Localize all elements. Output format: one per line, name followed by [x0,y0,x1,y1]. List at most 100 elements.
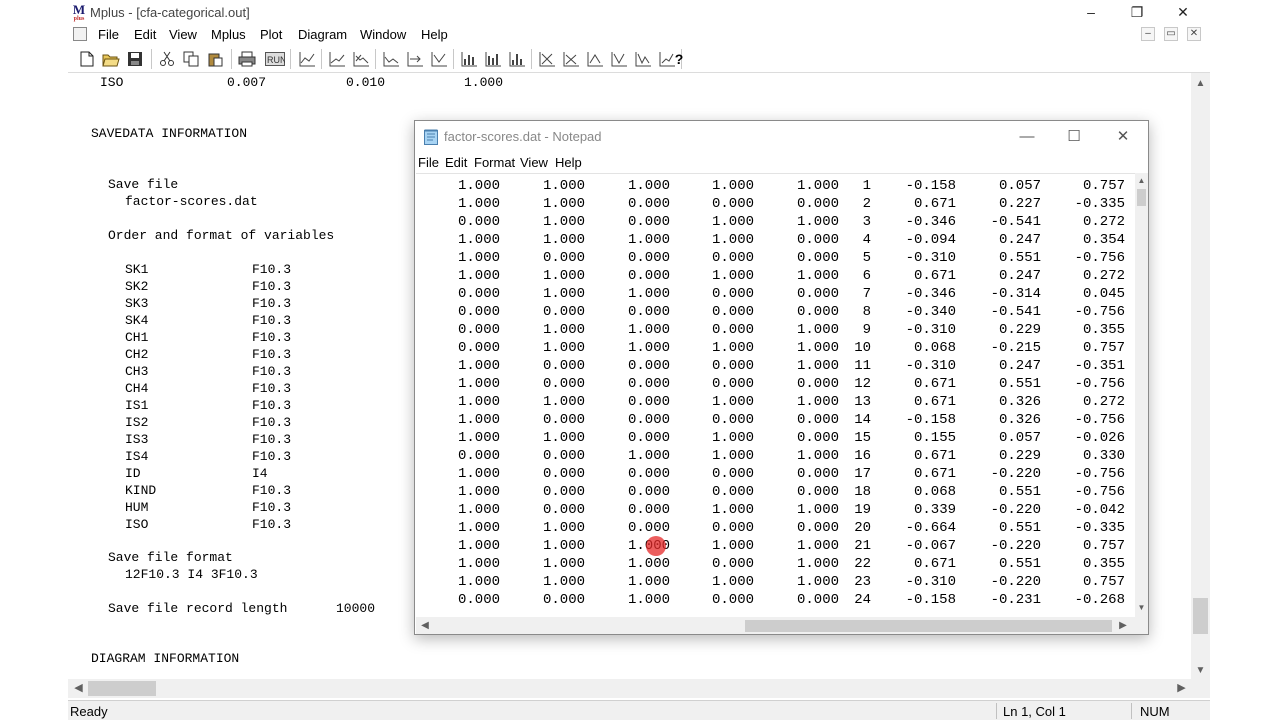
plot-5-icon[interactable] [404,49,426,69]
paste-icon[interactable] [204,49,226,69]
scroll-down-icon[interactable]: ▼ [1135,601,1148,615]
variable-format: F10.3 [252,364,292,379]
maximize-button[interactable]: ❐ [1114,2,1160,22]
data-cell: 1.000 [796,448,839,464]
plot-10-icon[interactable] [536,49,558,69]
notepad-menu-format[interactable]: Format [474,155,515,170]
scroll-left-icon[interactable]: ◀ [70,679,87,698]
data-cell: 0.000 [542,484,585,500]
run-icon[interactable]: RUN [264,49,286,69]
variable-format: F10.3 [252,347,292,362]
data-cell: 1.000 [457,268,500,284]
scroll-right-icon[interactable]: ▶ [1116,617,1130,634]
minimize-button[interactable]: – [1068,2,1114,22]
menu-plot[interactable]: Plot [260,27,282,42]
variable-name: SK3 [125,296,149,311]
cut-icon[interactable] [156,49,178,69]
data-row: 1.000 1.000 0.000 0.000 0.000 2 0.671 0.227 -0.3… [416,195,1136,213]
vertical-scrollbar[interactable]: ▲ ▼ [1191,73,1210,679]
mdi-close-button[interactable]: ✕ [1187,27,1201,41]
scroll-thumb[interactable] [88,681,156,696]
scroll-corner [1191,679,1210,698]
row-id-cell: 11 [854,358,871,374]
scroll-thumb[interactable] [745,620,1112,632]
data-cell: -0.231 [990,592,1041,608]
notepad-text-area[interactable]: 1.000 1.000 1.000 1.000 1.000 1 -0.158 0.057 0.7… [416,173,1136,617]
data-cell: 0.000 [542,358,585,374]
plot-1-icon[interactable] [296,49,318,69]
data-cell: 1.000 [457,412,500,428]
data-cell: 1.000 [711,430,754,446]
data-cell: 1.000 [711,268,754,284]
data-row: 0.000 0.000 1.000 0.000 0.000 24 -0.158 -0.231 -… [416,591,1136,609]
print-icon[interactable] [236,49,258,69]
toolbar: RUN ? [68,45,1210,73]
notepad-title-bar[interactable]: factor-scores.dat - Notepad — ☐ ✕ [415,121,1148,152]
plot-7-icon[interactable] [458,49,480,69]
open-icon[interactable] [100,49,122,69]
data-cell: 0.000 [796,286,839,302]
mplus-logo-icon: Mplus [72,2,86,23]
plot-6-icon[interactable] [428,49,450,69]
save-icon[interactable] [124,49,146,69]
menu-help[interactable]: Help [421,27,448,42]
plot-2-icon[interactable] [326,49,348,69]
save-file-name: factor-scores.dat [125,194,258,209]
data-row: 1.000 1.000 0.000 1.000 1.000 13 0.671 0.326 0.2… [416,393,1136,411]
scroll-left-icon[interactable]: ◀ [418,617,432,634]
data-cell: 0.330 [1082,448,1125,464]
new-icon[interactable] [76,49,98,69]
data-cell: 0.000 [627,412,670,428]
help-button[interactable]: ? [668,49,690,69]
scroll-thumb[interactable] [1137,189,1146,206]
menu-edit[interactable]: Edit [134,27,156,42]
menu-window[interactable]: Window [360,27,406,42]
mdi-restore-button[interactable]: ▭ [1164,27,1178,41]
notepad-menu-help[interactable]: Help [555,155,582,170]
variable-name: ID [125,466,141,481]
plot-8-icon[interactable] [482,49,504,69]
menu-mplus[interactable]: Mplus [211,27,246,42]
horizontal-scrollbar[interactable]: ◀ ▶ [68,679,1191,698]
notepad-vertical-scrollbar[interactable]: ▲ ▼ [1135,173,1148,617]
scroll-down-icon[interactable]: ▼ [1191,662,1210,679]
notepad-maximize-button[interactable]: ☐ [1051,125,1097,149]
plot-14-icon[interactable] [632,49,654,69]
data-cell: -0.346 [905,286,956,302]
notepad-menu-edit[interactable]: Edit [445,155,467,170]
close-button[interactable]: ✕ [1160,2,1206,22]
data-cell: 0.671 [913,556,956,572]
plot-4-icon[interactable] [380,49,402,69]
menu-view[interactable]: View [169,27,197,42]
data-cell: 0.000 [796,520,839,536]
row-id-cell: 9 [862,322,871,338]
row-id-cell: 16 [854,448,871,464]
variable-name: CH2 [125,347,149,362]
notepad-menu-view[interactable]: View [520,155,548,170]
plot-3-icon[interactable] [350,49,372,69]
notepad-close-button[interactable]: ✕ [1100,125,1146,149]
scroll-right-icon[interactable]: ▶ [1173,679,1190,698]
data-cell: -0.067 [905,538,956,554]
plot-12-icon[interactable] [584,49,606,69]
plot-9-icon[interactable] [506,49,528,69]
notepad-minimize-button[interactable]: — [1004,125,1050,149]
data-cell: 0.671 [913,268,956,284]
data-cell: 0.000 [796,196,839,212]
data-cell: -0.158 [905,592,956,608]
scroll-up-icon[interactable]: ▲ [1191,75,1210,92]
copy-icon[interactable] [180,49,202,69]
menu-file[interactable]: File [98,27,119,42]
plot-11-icon[interactable] [560,49,582,69]
document-icon[interactable] [73,27,87,41]
data-row: 1.000 0.000 0.000 0.000 1.000 11 -0.310 0.247 -0… [416,357,1136,375]
data-row: 1.000 0.000 0.000 0.000 0.000 18 0.068 0.551 -0.… [416,483,1136,501]
scroll-up-icon[interactable]: ▲ [1135,174,1148,188]
scroll-thumb[interactable] [1193,598,1208,634]
notepad-horizontal-scrollbar[interactable]: ◀ ▶ [416,617,1135,634]
data-cell: 0.247 [998,268,1041,284]
menu-diagram[interactable]: Diagram [298,27,347,42]
notepad-menu-file[interactable]: File [418,155,439,170]
mdi-minimize-button[interactable]: – [1141,27,1155,41]
plot-13-icon[interactable] [608,49,630,69]
